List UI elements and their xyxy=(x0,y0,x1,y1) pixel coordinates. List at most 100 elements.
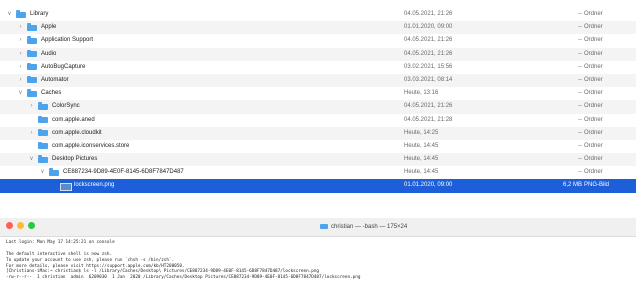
file-name: Application Support xyxy=(41,37,94,44)
disclosure-closed-icon[interactable]: › xyxy=(28,100,35,113)
finder-list-view: ∨ Library 04.05.2021, 21:26 -- Ordner › Apple 0… xyxy=(0,8,636,193)
finder-row[interactable]: ∨ Desktop Pictures Heute, 14:45 -- Ordner xyxy=(0,153,636,167)
file-kind: Ordner xyxy=(584,103,603,110)
file-kind: Ordner xyxy=(584,63,603,70)
file-size: 6,2 MB xyxy=(562,182,582,189)
disclosure-closed-icon[interactable]: › xyxy=(17,21,24,34)
modified-date: 04.05.2021, 21:26 xyxy=(404,50,453,57)
file-name: Audio xyxy=(41,50,57,57)
modified-date: 04.05.2021, 21:26 xyxy=(404,11,453,17)
finder-row[interactable]: lockscreen.png 01.01.2020, 09:00 6,2 MB PNG… xyxy=(0,179,636,193)
file-name: Desktop Pictures xyxy=(52,156,98,163)
file-size: -- xyxy=(578,116,582,123)
folder-icon xyxy=(38,102,48,110)
modified-date: 04.05.2021, 21:26 xyxy=(404,37,453,44)
file-size: -- xyxy=(578,50,582,57)
folder-icon xyxy=(27,75,37,84)
file-name: Apple xyxy=(41,24,57,31)
file-size: -- xyxy=(578,90,582,97)
file-size: -- xyxy=(578,169,582,176)
terminal-output[interactable]: Last login: Mon May 17 14:25:21 on conso… xyxy=(0,237,636,281)
file-size: -- xyxy=(578,24,582,31)
modified-date: 01.01.2020, 09:00 xyxy=(404,24,453,31)
disclosure-closed-icon[interactable]: › xyxy=(17,34,24,47)
modified-date: 01.01.2020, 09:00 xyxy=(404,182,453,189)
modified-date: Heute, 14:45 xyxy=(404,169,439,176)
file-size: -- xyxy=(578,129,582,136)
folder-icon xyxy=(49,168,59,176)
folder-icon xyxy=(27,89,37,97)
finder-row[interactable]: › Audio 04.05.2021, 21:26 -- Ordner xyxy=(0,47,636,61)
modified-date: 04.05.2021, 21:28 xyxy=(404,116,453,123)
disclosure-closed-icon[interactable]: › xyxy=(17,61,24,74)
finder-row[interactable]: › Application Support 04.05.2021, 21:26 -- O… xyxy=(0,34,636,47)
file-kind: Ordner xyxy=(584,50,603,57)
file-kind: Ordner xyxy=(584,24,603,31)
file-name: com.apple.cloudkit xyxy=(52,129,102,136)
folder-icon xyxy=(320,223,328,229)
finder-row[interactable]: › Automator 03.03.2021, 08:14 -- Ordner xyxy=(0,73,636,88)
file-name: lockscreen.png xyxy=(74,182,115,189)
folder-icon xyxy=(16,10,26,18)
modified-date: 04.05.2021, 21:26 xyxy=(404,103,453,110)
folder-icon xyxy=(38,115,48,123)
folder-icon xyxy=(27,62,37,71)
folder-icon xyxy=(27,49,37,58)
finder-row[interactable]: › AutoBugCapture 03.02.2021, 15:56 -- Ordner xyxy=(0,61,636,74)
disclosure-closed-icon[interactable]: › xyxy=(28,127,35,140)
folder-icon xyxy=(27,23,37,31)
file-kind: Ordner xyxy=(584,129,603,136)
file-size: -- xyxy=(578,76,582,83)
folder-icon xyxy=(27,36,37,44)
modified-date: 03.02.2021, 15:56 xyxy=(404,63,453,70)
file-kind: Ordner xyxy=(584,37,603,44)
file-name: AutoBugCapture xyxy=(41,63,86,70)
terminal-window[interactable]: christian — -bash — 175×24 Last login: M… xyxy=(0,218,636,308)
finder-row[interactable]: › Apple 01.01.2020, 09:00 -- Ordner xyxy=(0,21,636,35)
file-kind: Ordner xyxy=(584,156,603,163)
terminal-title-text: christian — -bash — 175×24 xyxy=(331,224,408,230)
file-size: -- xyxy=(578,63,582,70)
modified-date: 03.03.2021, 08:14 xyxy=(404,76,453,83)
folder-icon xyxy=(38,155,48,163)
zoom-button[interactable] xyxy=(28,222,35,229)
file-size: -- xyxy=(578,11,582,17)
minimize-button[interactable] xyxy=(17,222,24,229)
modified-date: Heute, 14:25 xyxy=(404,129,439,136)
disclosure-closed-icon[interactable]: › xyxy=(17,74,24,87)
file-kind: Ordner xyxy=(584,90,603,97)
file-name: ColorSync xyxy=(52,103,80,110)
finder-row[interactable]: ∨ Caches Heute, 13:16 -- Ordner xyxy=(0,87,636,100)
disclosure-open-icon[interactable]: ∨ xyxy=(28,153,35,166)
finder-row[interactable]: com.apple.aned 04.05.2021, 21:28 -- Ordner xyxy=(0,114,636,127)
file-kind: Ordner xyxy=(584,116,603,123)
file-size: -- xyxy=(578,142,582,149)
disclosure-open-icon[interactable]: ∨ xyxy=(39,166,46,179)
finder-row[interactable]: com.apple.iconservices.store Heute, 14:45… xyxy=(0,140,636,153)
modified-date: Heute, 13:16 xyxy=(404,90,439,97)
folder-icon xyxy=(38,141,48,150)
file-size: -- xyxy=(578,103,582,110)
image-file-icon xyxy=(60,182,72,191)
file-kind: PNG-Bild xyxy=(584,182,610,189)
disclosure-open-icon[interactable]: ∨ xyxy=(17,87,24,100)
terminal-line: -rw-r--r-- 1 christian admin 6209030 1 J… xyxy=(6,275,361,281)
file-kind: Ordner xyxy=(584,142,603,149)
file-name: Automator xyxy=(41,76,69,83)
close-button[interactable] xyxy=(6,222,13,229)
modified-date: Heute, 14:45 xyxy=(404,156,439,163)
file-kind: Ordner xyxy=(584,76,603,83)
disclosure-closed-icon[interactable]: › xyxy=(17,48,24,61)
file-name: com.apple.aned xyxy=(52,116,95,123)
folder-icon xyxy=(38,128,48,137)
terminal-titlebar[interactable]: christian — -bash — 175×24 xyxy=(0,218,636,237)
file-name: CE887234-9D89-4E0F-8145-6D8F7847D487 xyxy=(63,169,184,176)
finder-row[interactable]: ∨ Library 04.05.2021, 21:26 -- Ordner xyxy=(0,8,636,21)
disclosure-open-icon[interactable]: ∨ xyxy=(6,8,13,21)
finder-row[interactable]: › ColorSync 04.05.2021, 21:26 -- Ordner xyxy=(0,100,636,114)
file-kind: Ordner xyxy=(584,169,603,176)
file-size: -- xyxy=(578,37,582,44)
finder-row[interactable]: › com.apple.cloudkit Heute, 14:25 -- Ordner xyxy=(0,126,636,140)
file-kind: Ordner xyxy=(584,11,603,17)
finder-row[interactable]: ∨ CE887234-9D89-4E0F-8145-6D8F7847D487 Heu… xyxy=(0,166,636,179)
